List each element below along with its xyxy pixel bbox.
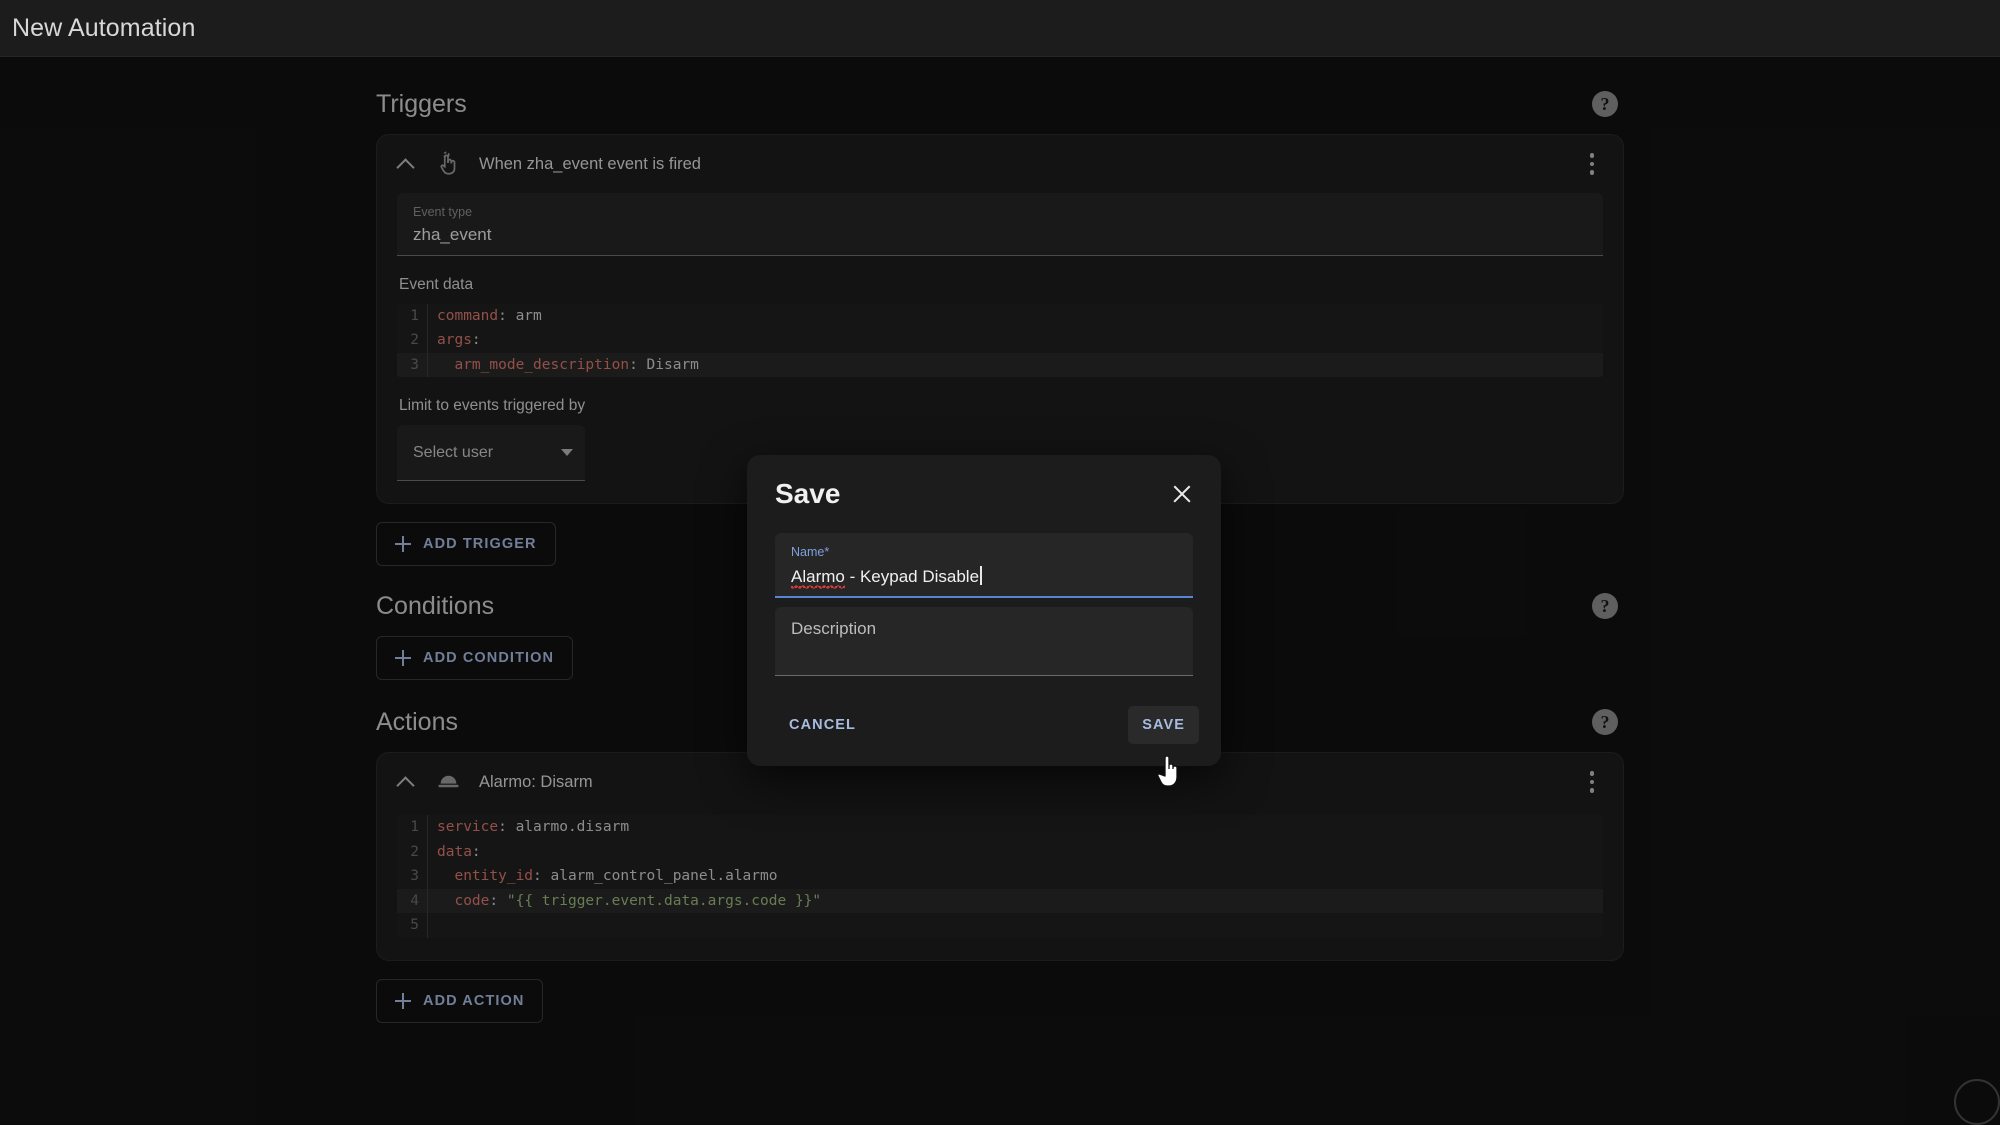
page-scroll-area[interactable]: Triggers ? When zha_event event is fired	[0, 57, 2000, 1125]
name-field-value: Alarmo - Keypad Disable	[791, 566, 982, 587]
name-misspelled-word: Alarmo	[791, 567, 845, 588]
corner-decoration	[1954, 1079, 2000, 1125]
app-bar: New Automation	[0, 0, 2000, 57]
dialog-title: Save	[775, 478, 1165, 510]
close-icon[interactable]	[1165, 477, 1199, 511]
page-title: New Automation	[0, 14, 195, 43]
description-field[interactable]: Description	[775, 607, 1193, 676]
name-field[interactable]: Name* Alarmo - Keypad Disable	[775, 533, 1193, 598]
save-dialog: Save Name* Alarmo - Keypad Disable Descr…	[747, 455, 1221, 766]
dialog-body: Name* Alarmo - Keypad Disable Descriptio…	[747, 519, 1221, 676]
name-rest-text: - Keypad Disable	[845, 567, 979, 586]
dialog-actions: CANCEL SAVE	[747, 688, 1221, 766]
save-button[interactable]: SAVE	[1128, 706, 1199, 744]
cancel-button[interactable]: CANCEL	[775, 706, 870, 744]
text-caret	[980, 566, 982, 585]
name-field-label: Name*	[791, 546, 1177, 559]
description-field-label: Description	[791, 620, 1177, 637]
dialog-header: Save	[747, 455, 1221, 519]
